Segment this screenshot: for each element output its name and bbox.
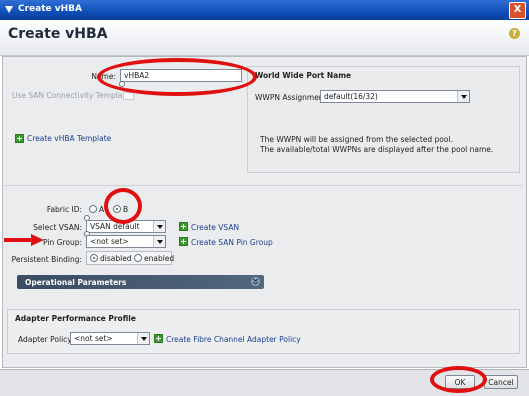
create-adapter-policy-link[interactable]: Create Fibre Channel Adapter Policy bbox=[166, 335, 301, 344]
create-san-pin-group-link[interactable]: Create SAN Pin Group bbox=[191, 238, 273, 247]
select-vsan-label: Select VSAN: bbox=[33, 223, 82, 232]
info-icon bbox=[119, 81, 125, 87]
operational-parameters-bar[interactable]: Operational Parameters bbox=[17, 275, 264, 289]
pin-group-select[interactable]: <not set> bbox=[86, 235, 166, 248]
select-vsan-select[interactable]: VSAN default bbox=[86, 220, 166, 233]
wwpn-title: World Wide Port Name bbox=[255, 71, 352, 80]
dialog-footer: OK Cancel bbox=[0, 369, 529, 396]
san-template-label: Use SAN Connectivity Template: bbox=[12, 91, 133, 100]
create-vsan-link[interactable]: Create VSAN bbox=[191, 223, 239, 232]
window-icon bbox=[5, 6, 13, 18]
divider bbox=[4, 185, 522, 186]
add-adapter-policy-icon bbox=[154, 334, 163, 343]
close-button[interactable]: X bbox=[509, 2, 526, 19]
window-title: Create vHBA bbox=[18, 4, 82, 14]
fabric-b-radio[interactable] bbox=[113, 205, 121, 213]
add-pin-group-icon bbox=[179, 237, 188, 246]
wwpn-info-line2: The available/total WWPNs are displayed … bbox=[260, 145, 494, 154]
chevron-down-icon[interactable] bbox=[153, 236, 165, 247]
chevron-down-icon[interactable] bbox=[137, 333, 149, 344]
persistent-enabled-label: enabled bbox=[144, 254, 175, 263]
adapter-title: Adapter Performance Profile bbox=[15, 314, 136, 323]
fabric-b-label: B bbox=[123, 205, 129, 214]
select-vsan-value: VSAN default bbox=[90, 222, 140, 231]
fabric-a-label: A bbox=[99, 205, 105, 214]
adapter-policy-value: <not set> bbox=[74, 334, 113, 343]
persistent-disabled-label: disabled bbox=[100, 254, 132, 263]
expand-icon[interactable] bbox=[251, 277, 260, 286]
wwpn-assignment-value: default(16/32) bbox=[324, 92, 378, 101]
san-template-select[interactable] bbox=[123, 92, 134, 100]
page-title: Create vHBA bbox=[8, 26, 108, 42]
wwpn-info-line1: The WWPN will be assigned from the selec… bbox=[260, 135, 453, 144]
add-template-icon bbox=[15, 134, 24, 143]
chevron-down-icon[interactable] bbox=[153, 221, 165, 232]
wwpn-assignment-label: WWPN Assignment: bbox=[255, 93, 330, 102]
fabric-id-label: Fabric ID: bbox=[46, 205, 82, 214]
persistent-binding-label: Persistent Binding: bbox=[11, 255, 82, 264]
dialog-header: Create vHBA ? bbox=[0, 20, 529, 56]
window-title-bar: Create vHBA X bbox=[0, 0, 529, 20]
persistent-enabled-radio[interactable] bbox=[134, 254, 142, 262]
pin-group-value: <not set> bbox=[90, 237, 129, 246]
adapter-policy-label: Adapter Policy: bbox=[18, 335, 74, 344]
operational-parameters-title: Operational Parameters bbox=[25, 278, 127, 287]
persistent-disabled-radio[interactable] bbox=[90, 254, 98, 262]
adapter-policy-select[interactable]: <not set> bbox=[70, 332, 150, 345]
wwpn-panel bbox=[247, 66, 520, 173]
cancel-button[interactable]: Cancel bbox=[484, 375, 518, 389]
name-input[interactable]: vHBA2 bbox=[120, 69, 242, 82]
add-vsan-icon bbox=[179, 222, 188, 231]
name-label: Name: bbox=[91, 72, 116, 81]
wwpn-assignment-select[interactable]: default(16/32) bbox=[320, 90, 470, 103]
fabric-a-radio[interactable] bbox=[89, 205, 97, 213]
create-vhba-template-link[interactable]: Create vHBA Template bbox=[27, 134, 111, 143]
chevron-down-icon[interactable] bbox=[457, 91, 469, 102]
ok-button[interactable]: OK bbox=[445, 375, 475, 389]
pin-group-label: Pin Group: bbox=[43, 238, 82, 247]
help-icon[interactable]: ? bbox=[509, 28, 520, 39]
